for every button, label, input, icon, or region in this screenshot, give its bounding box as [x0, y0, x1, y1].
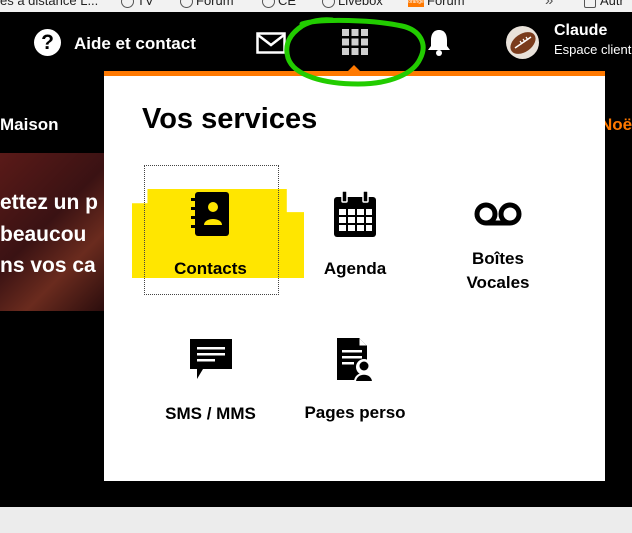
bookmark-item[interactable]: Livebox — [322, 0, 383, 9]
contacts-book-icon — [190, 192, 229, 236]
mail-icon[interactable] — [256, 32, 286, 54]
bookmark-label: Autr — [600, 0, 624, 8]
bookmark-label: es à distance L... — [0, 0, 99, 8]
bookmark-item[interactable]: Forum — [180, 0, 234, 9]
service-label: Pages perso — [304, 403, 406, 422]
service-label: Contacts — [174, 259, 247, 278]
folder-icon — [584, 0, 596, 8]
service-label: Boîtes Vocales — [466, 249, 530, 292]
service-label: SMS / MMS — [165, 404, 256, 423]
rugby-ball-icon — [510, 32, 536, 54]
help-contact-link[interactable]: Aide et contact — [74, 34, 196, 54]
hero-banner[interactable]: ettez un p beaucou ns vos ca — [0, 153, 104, 311]
bookmark-label: Livebox — [338, 0, 383, 8]
user-name[interactable]: Claude — [554, 22, 607, 40]
bookmark-label: TV — [137, 0, 154, 8]
hero-text-line: ettez un p — [0, 191, 98, 214]
service-pages-perso[interactable]: Pages perso — [292, 336, 418, 425]
bookmark-item[interactable]: orange Forum — [408, 0, 465, 7]
nav-item-maison[interactable]: Maison — [0, 115, 59, 135]
avatar[interactable] — [506, 26, 539, 59]
help-icon[interactable]: ? — [34, 29, 61, 56]
panel-title: Vos services — [142, 103, 318, 135]
service-boites-vocales[interactable]: Boîtes Vocales — [448, 201, 548, 295]
bell-icon[interactable] — [427, 28, 451, 56]
bookmark-item[interactable]: TV — [121, 0, 154, 9]
service-label: Agenda — [323, 259, 387, 278]
globe-icon — [180, 0, 193, 9]
bookmark-label: Forum — [427, 0, 465, 8]
bookmark-item[interactable]: Autr — [584, 0, 624, 8]
services-dropdown: Vos services Contacts Agenda Boîtes Voca… — [104, 76, 605, 481]
more-bookmarks-icon[interactable]: » — [545, 0, 554, 8]
service-contacts[interactable]: Contacts — [148, 190, 273, 281]
voicemail-icon — [474, 202, 522, 226]
pages-perso-icon — [337, 338, 375, 383]
sms-icon — [189, 339, 232, 379]
orange-logo-icon: orange — [408, 0, 424, 7]
bookmark-item[interactable]: es à distance L... — [0, 0, 98, 7]
bookmarks-bar: es à distance L... TV Forum CE Livebox o… — [0, 0, 632, 12]
bookmark-item[interactable]: CE — [262, 0, 297, 9]
hero-text-line: beaucou — [0, 223, 87, 246]
services-grid-icon[interactable] — [341, 28, 369, 56]
user-space-link[interactable]: Espace client — [554, 42, 631, 57]
globe-icon — [322, 0, 335, 9]
service-sms-mms[interactable]: SMS / MMS — [148, 336, 273, 426]
bookmark-label: CE — [278, 0, 297, 8]
hero-text-line: ns vos ca — [0, 254, 96, 277]
globe-icon — [121, 0, 134, 9]
calendar-icon — [334, 190, 376, 237]
bookmark-label: Forum — [196, 0, 234, 8]
page-footer-strip — [0, 507, 632, 533]
service-agenda[interactable]: Agenda — [300, 190, 410, 281]
top-nav: ? Aide et contact Claude Espace client — [0, 12, 632, 72]
globe-icon — [262, 0, 275, 9]
